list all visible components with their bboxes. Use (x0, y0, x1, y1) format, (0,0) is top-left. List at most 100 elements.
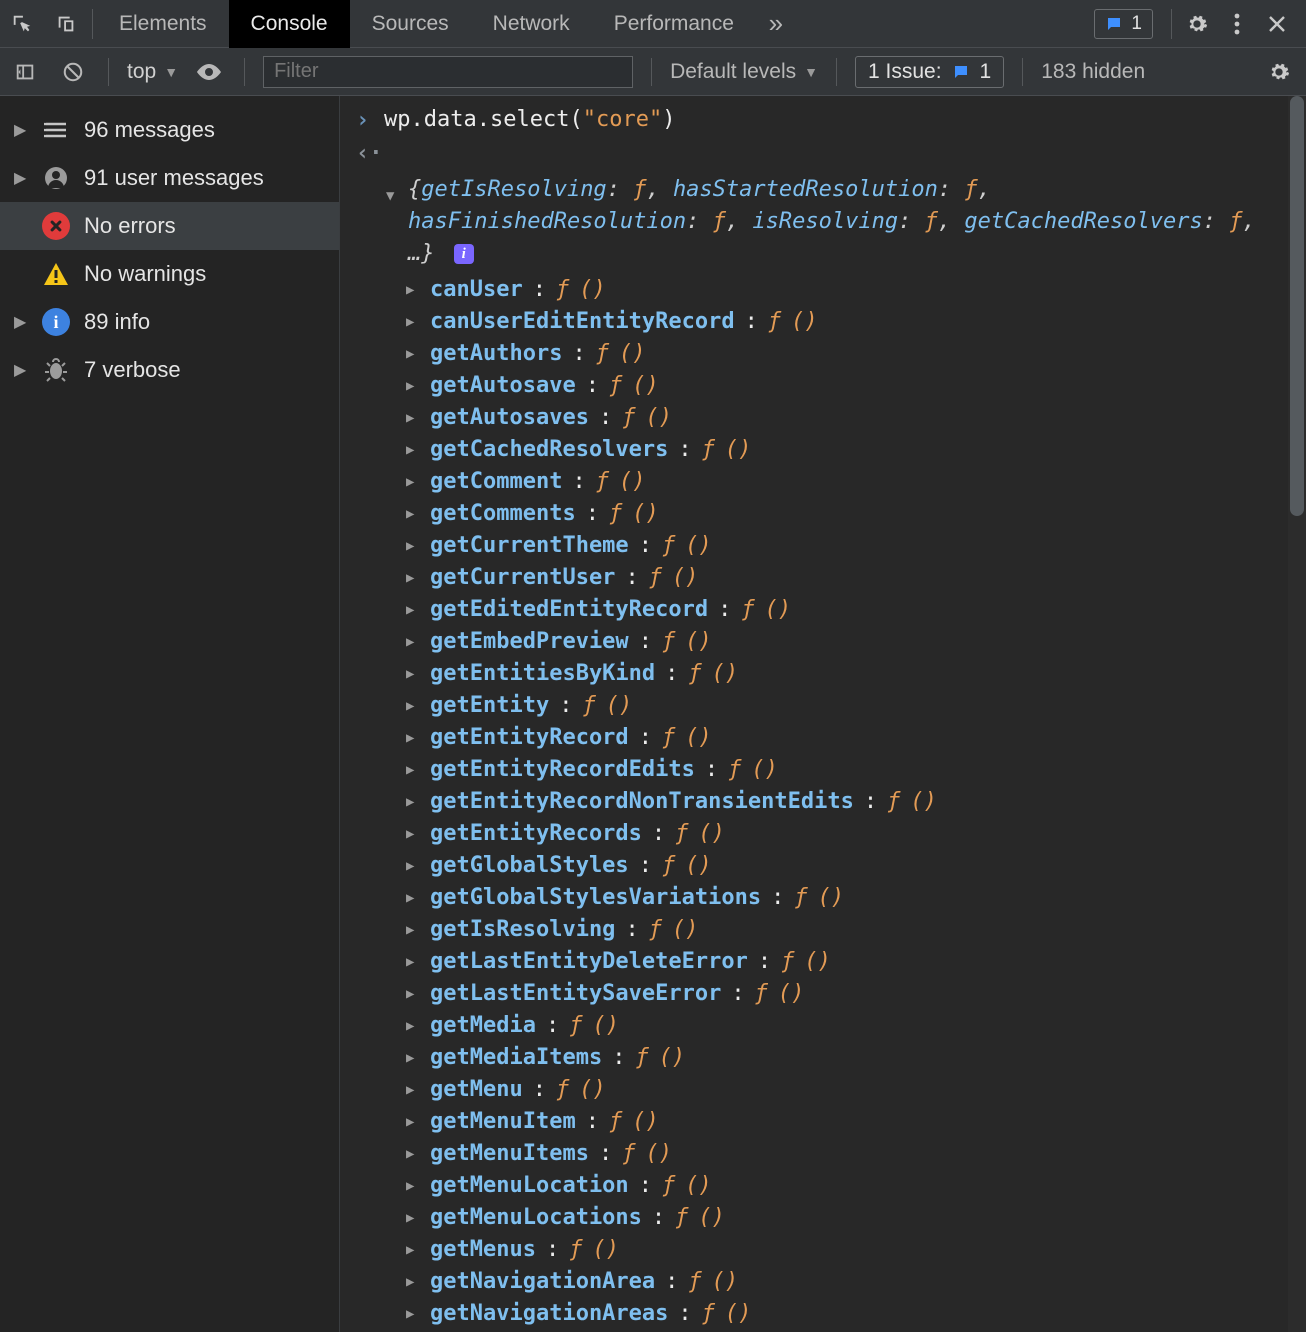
property-row[interactable]: ▶getComment: ƒ () (406, 466, 1302, 498)
property-row[interactable]: ▶canUser: ƒ () (406, 274, 1302, 306)
property-row[interactable]: ▶getMenu: ƒ () (406, 1074, 1302, 1106)
property-name: getMenuLocations (430, 1202, 642, 1234)
context-selector[interactable]: top ▼ (127, 60, 178, 84)
property-row[interactable]: ▶getMediaItems: ƒ () (406, 1042, 1302, 1074)
more-icon[interactable] (1218, 5, 1256, 43)
console-settings-icon[interactable] (1260, 53, 1298, 91)
property-row[interactable]: ▶getMenuItems: ƒ () (406, 1138, 1302, 1170)
hidden-count[interactable]: 183 hidden (1041, 60, 1145, 84)
property-row[interactable]: ▶getGlobalStyles: ƒ () (406, 850, 1302, 882)
property-name: getIsResolving (430, 914, 615, 946)
filter-input[interactable] (263, 56, 633, 88)
user-icon (42, 164, 70, 192)
function-sigil: ƒ (622, 402, 635, 434)
property-row[interactable]: ▶getGlobalStylesVariations: ƒ () (406, 882, 1302, 914)
console-sidebar: ▶96 messages▶91 user messages▶No errors▶… (0, 96, 340, 1332)
tab-network[interactable]: Network (471, 0, 592, 48)
tab-performance[interactable]: Performance (592, 0, 756, 48)
property-row[interactable]: ▶getEntityRecordNonTransientEdits: ƒ () (406, 786, 1302, 818)
property-row[interactable]: ▶getAuthors: ƒ () (406, 338, 1302, 370)
sidebar-item-err[interactable]: ▶No errors (0, 202, 339, 250)
property-name: canUser (430, 274, 523, 306)
function-sigil: ƒ (662, 626, 675, 658)
disclosure-right-icon: ▶ (406, 1170, 420, 1202)
property-row[interactable]: ▶getMenus: ƒ () (406, 1234, 1302, 1266)
sidebar-item-warn[interactable]: ▶No warnings (0, 250, 339, 298)
function-sigil: ƒ (768, 306, 781, 338)
property-row[interactable]: ▶getEmbedPreview: ƒ () (406, 626, 1302, 658)
tab-label: Elements (119, 12, 207, 36)
info-icon[interactable]: i (454, 244, 474, 264)
clear-console-icon[interactable] (56, 55, 90, 89)
log-levels-selector[interactable]: Default levels ▼ (670, 60, 818, 84)
console-toolbar: top ▼ Default levels ▼ 1 Issue: 1 183 hi… (0, 48, 1306, 96)
disclosure-right-icon: ▶ (406, 1298, 420, 1330)
property-name: getMenus (430, 1234, 536, 1266)
scrollbar-thumb[interactable] (1290, 96, 1304, 516)
live-expression-icon[interactable] (192, 55, 226, 89)
disclosure-right-icon: ▶ (406, 1202, 420, 1234)
tab-console[interactable]: Console (229, 0, 350, 48)
property-row[interactable]: ▶getEditedEntityRecord: ƒ () (406, 594, 1302, 626)
property-row[interactable]: ▶getIsResolving: ƒ () (406, 914, 1302, 946)
inspect-icon[interactable] (0, 0, 44, 48)
disclosure-right-icon: ▶ (406, 338, 420, 370)
property-row[interactable]: ▶getMenuLocation: ƒ () (406, 1170, 1302, 1202)
property-row[interactable]: ▶getNavigationAreas: ƒ () (406, 1298, 1302, 1330)
tabs-overflow[interactable]: » (756, 0, 796, 48)
property-name: canUserEditEntityRecord (430, 306, 735, 338)
property-row[interactable]: ▶getCurrentUser: ƒ () (406, 562, 1302, 594)
disclosure-right-icon: ▶ (406, 850, 420, 882)
msg-icon (42, 116, 70, 144)
scrollbar-track[interactable] (1288, 96, 1306, 1332)
function-sigil: ƒ (609, 1106, 622, 1138)
property-row[interactable]: ▶getLastEntityDeleteError: ƒ () (406, 946, 1302, 978)
sidebar-item-info[interactable]: ▶i89 info (0, 298, 339, 346)
console-output[interactable]: › wp.data.select("core") ‹· ▼ {getIsReso… (340, 96, 1306, 1332)
disclosure-right-icon: ▶ (406, 754, 420, 786)
tab-sources[interactable]: Sources (350, 0, 471, 48)
close-icon[interactable] (1258, 5, 1296, 43)
object-summary[interactable]: ▼ {getIsResolving: ƒ, hasStartedResoluti… (346, 170, 1302, 274)
function-sigil: ƒ (569, 1010, 582, 1042)
function-sigil: ƒ (635, 1042, 648, 1074)
property-name: getEntity (430, 690, 549, 722)
property-row[interactable]: ▶getCachedResolvers: ƒ () (406, 434, 1302, 466)
property-row[interactable]: ▶getEntityRecordEdits: ƒ () (406, 754, 1302, 786)
tab-label: Performance (614, 12, 734, 36)
disclosure-right-icon: ▶ (406, 690, 420, 722)
property-row[interactable]: ▶getComments: ƒ () (406, 498, 1302, 530)
property-row[interactable]: ▶getEntity: ƒ () (406, 690, 1302, 722)
console-result-row: ‹· (346, 137, 1302, 170)
disclosure-down-icon[interactable]: ▼ (386, 174, 400, 212)
property-row[interactable]: ▶getMenuLocations: ƒ () (406, 1202, 1302, 1234)
property-row[interactable]: ▶getEntitiesByKind: ƒ () (406, 658, 1302, 690)
property-row[interactable]: ▶getAutosaves: ƒ () (406, 402, 1302, 434)
issues-badge[interactable]: 1 Issue: 1 (855, 56, 1004, 88)
property-row[interactable]: ▶getCurrentTheme: ƒ () (406, 530, 1302, 562)
disclosure-right-icon: ▶ (14, 168, 28, 188)
property-name: getAutosaves (430, 402, 589, 434)
tab-elements[interactable]: Elements (97, 0, 229, 48)
object-properties: ▶canUser: ƒ ()▶canUserEditEntityRecord: … (346, 274, 1302, 1332)
property-row[interactable]: ▶getEntityRecord: ƒ () (406, 722, 1302, 754)
settings-icon[interactable] (1178, 5, 1216, 43)
sidebar-item-bug[interactable]: ▶7 verbose (0, 346, 339, 394)
property-row[interactable]: ▶canUserEditEntityRecord: ƒ () (406, 306, 1302, 338)
property-row[interactable]: ▶getLastEntitySaveError: ƒ () (406, 978, 1302, 1010)
property-name: getEntityRecord (430, 722, 629, 754)
property-name: getCurrentUser (430, 562, 615, 594)
property-row[interactable]: ▶getNavigationArea: ƒ () (406, 1266, 1302, 1298)
sidebar-item-user[interactable]: ▶91 user messages (0, 154, 339, 202)
property-row[interactable]: ▶getEntityRecords: ƒ () (406, 818, 1302, 850)
property-row[interactable]: ▶getAutosave: ƒ () (406, 370, 1302, 402)
device-toggle-icon[interactable] (44, 0, 88, 48)
property-row[interactable]: ▶getMenuItem: ƒ () (406, 1106, 1302, 1138)
disclosure-right-icon: ▶ (406, 1074, 420, 1106)
disclosure-right-icon: ▶ (406, 1010, 420, 1042)
sidebar-toggle-icon[interactable] (8, 55, 42, 89)
messages-badge[interactable]: 1 (1094, 9, 1153, 39)
property-row[interactable]: ▶getMedia: ƒ () (406, 1010, 1302, 1042)
property-name: getNavigationArea (430, 1266, 655, 1298)
sidebar-item-msg[interactable]: ▶96 messages (0, 106, 339, 154)
